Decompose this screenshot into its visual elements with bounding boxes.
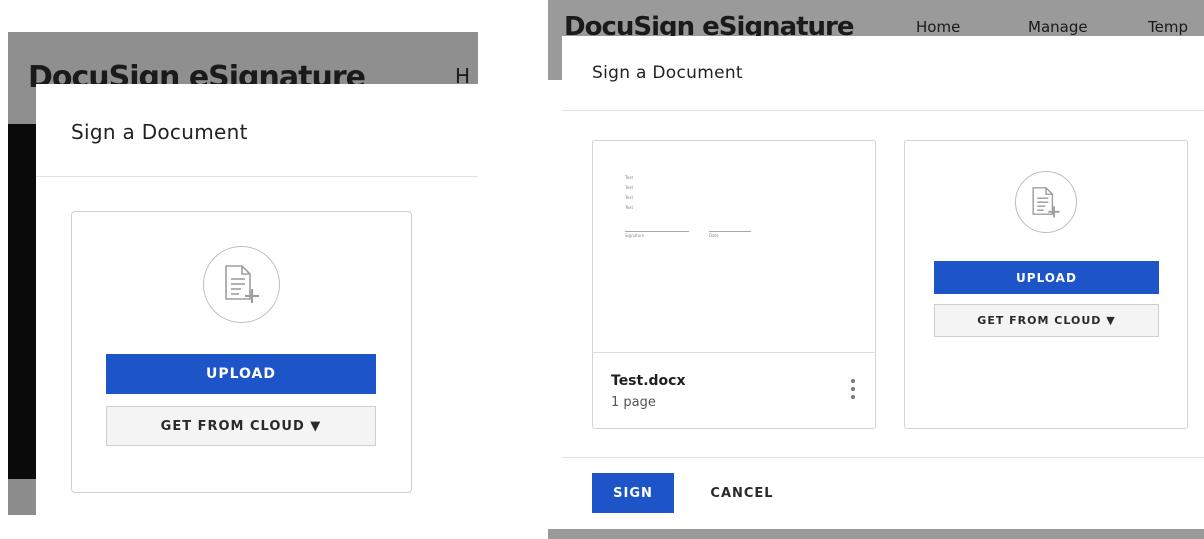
get-from-cloud-button[interactable]: GET FROM CLOUD ▼: [106, 406, 376, 446]
modal-divider: [562, 110, 1204, 111]
modal-title: Sign a Document: [592, 63, 743, 83]
thumbnail-text-line: Text: [625, 185, 634, 190]
upload-card: UPLOAD GET FROM CLOUD ▼: [71, 211, 412, 493]
right-screenshot: DocuSign eSignature Home Manage Temp Sig…: [548, 0, 1204, 539]
thumbnail-signature-line: [625, 231, 689, 232]
modal-footer-divider: [562, 457, 1204, 458]
document-add-icon: [203, 246, 280, 323]
document-card[interactable]: Text Text Text Text Signature Date Test.…: [592, 140, 876, 429]
sign-document-modal: Sign a Document UPLOAD GET FROM CLOUD ▼: [36, 84, 478, 515]
nav-item-home[interactable]: Home: [916, 18, 960, 36]
upload-card: UPLOAD GET FROM CLOUD ▼: [904, 140, 1188, 429]
sign-button[interactable]: SIGN: [592, 473, 674, 513]
thumbnail-date-label: Date: [709, 233, 719, 238]
cancel-button[interactable]: CANCEL: [692, 473, 792, 513]
left-screenshot: DocuSign eSignature H Sign a Document UP…: [0, 0, 478, 539]
get-from-cloud-button[interactable]: GET FROM CLOUD ▼: [934, 304, 1159, 337]
modal-title: Sign a Document: [71, 120, 248, 144]
thumbnail-text-line: Text: [625, 205, 634, 210]
sign-document-modal: Sign a Document Text Text Text Text Sign…: [562, 36, 1204, 528]
nav-item-manage[interactable]: Manage: [1028, 18, 1088, 36]
thumbnail-date-line: [709, 231, 751, 232]
upload-button[interactable]: UPLOAD: [934, 261, 1159, 294]
thumbnail-signature-label: Signature: [625, 233, 645, 238]
document-name: Test.docx: [611, 373, 686, 389]
page-backdrop-bottom: [548, 529, 1204, 539]
upload-button[interactable]: UPLOAD: [106, 354, 376, 394]
thumbnail-text-line: Text: [625, 175, 634, 180]
thumbnail-text-line: Text: [625, 195, 634, 200]
modal-divider: [36, 176, 478, 177]
nav-item-templates[interactable]: Temp: [1148, 18, 1188, 36]
more-options-icon[interactable]: [847, 377, 859, 401]
document-add-icon: [1015, 171, 1077, 233]
document-page-count: 1 page: [611, 395, 656, 410]
document-thumbnail: Text Text Text Text Signature Date: [593, 141, 875, 353]
